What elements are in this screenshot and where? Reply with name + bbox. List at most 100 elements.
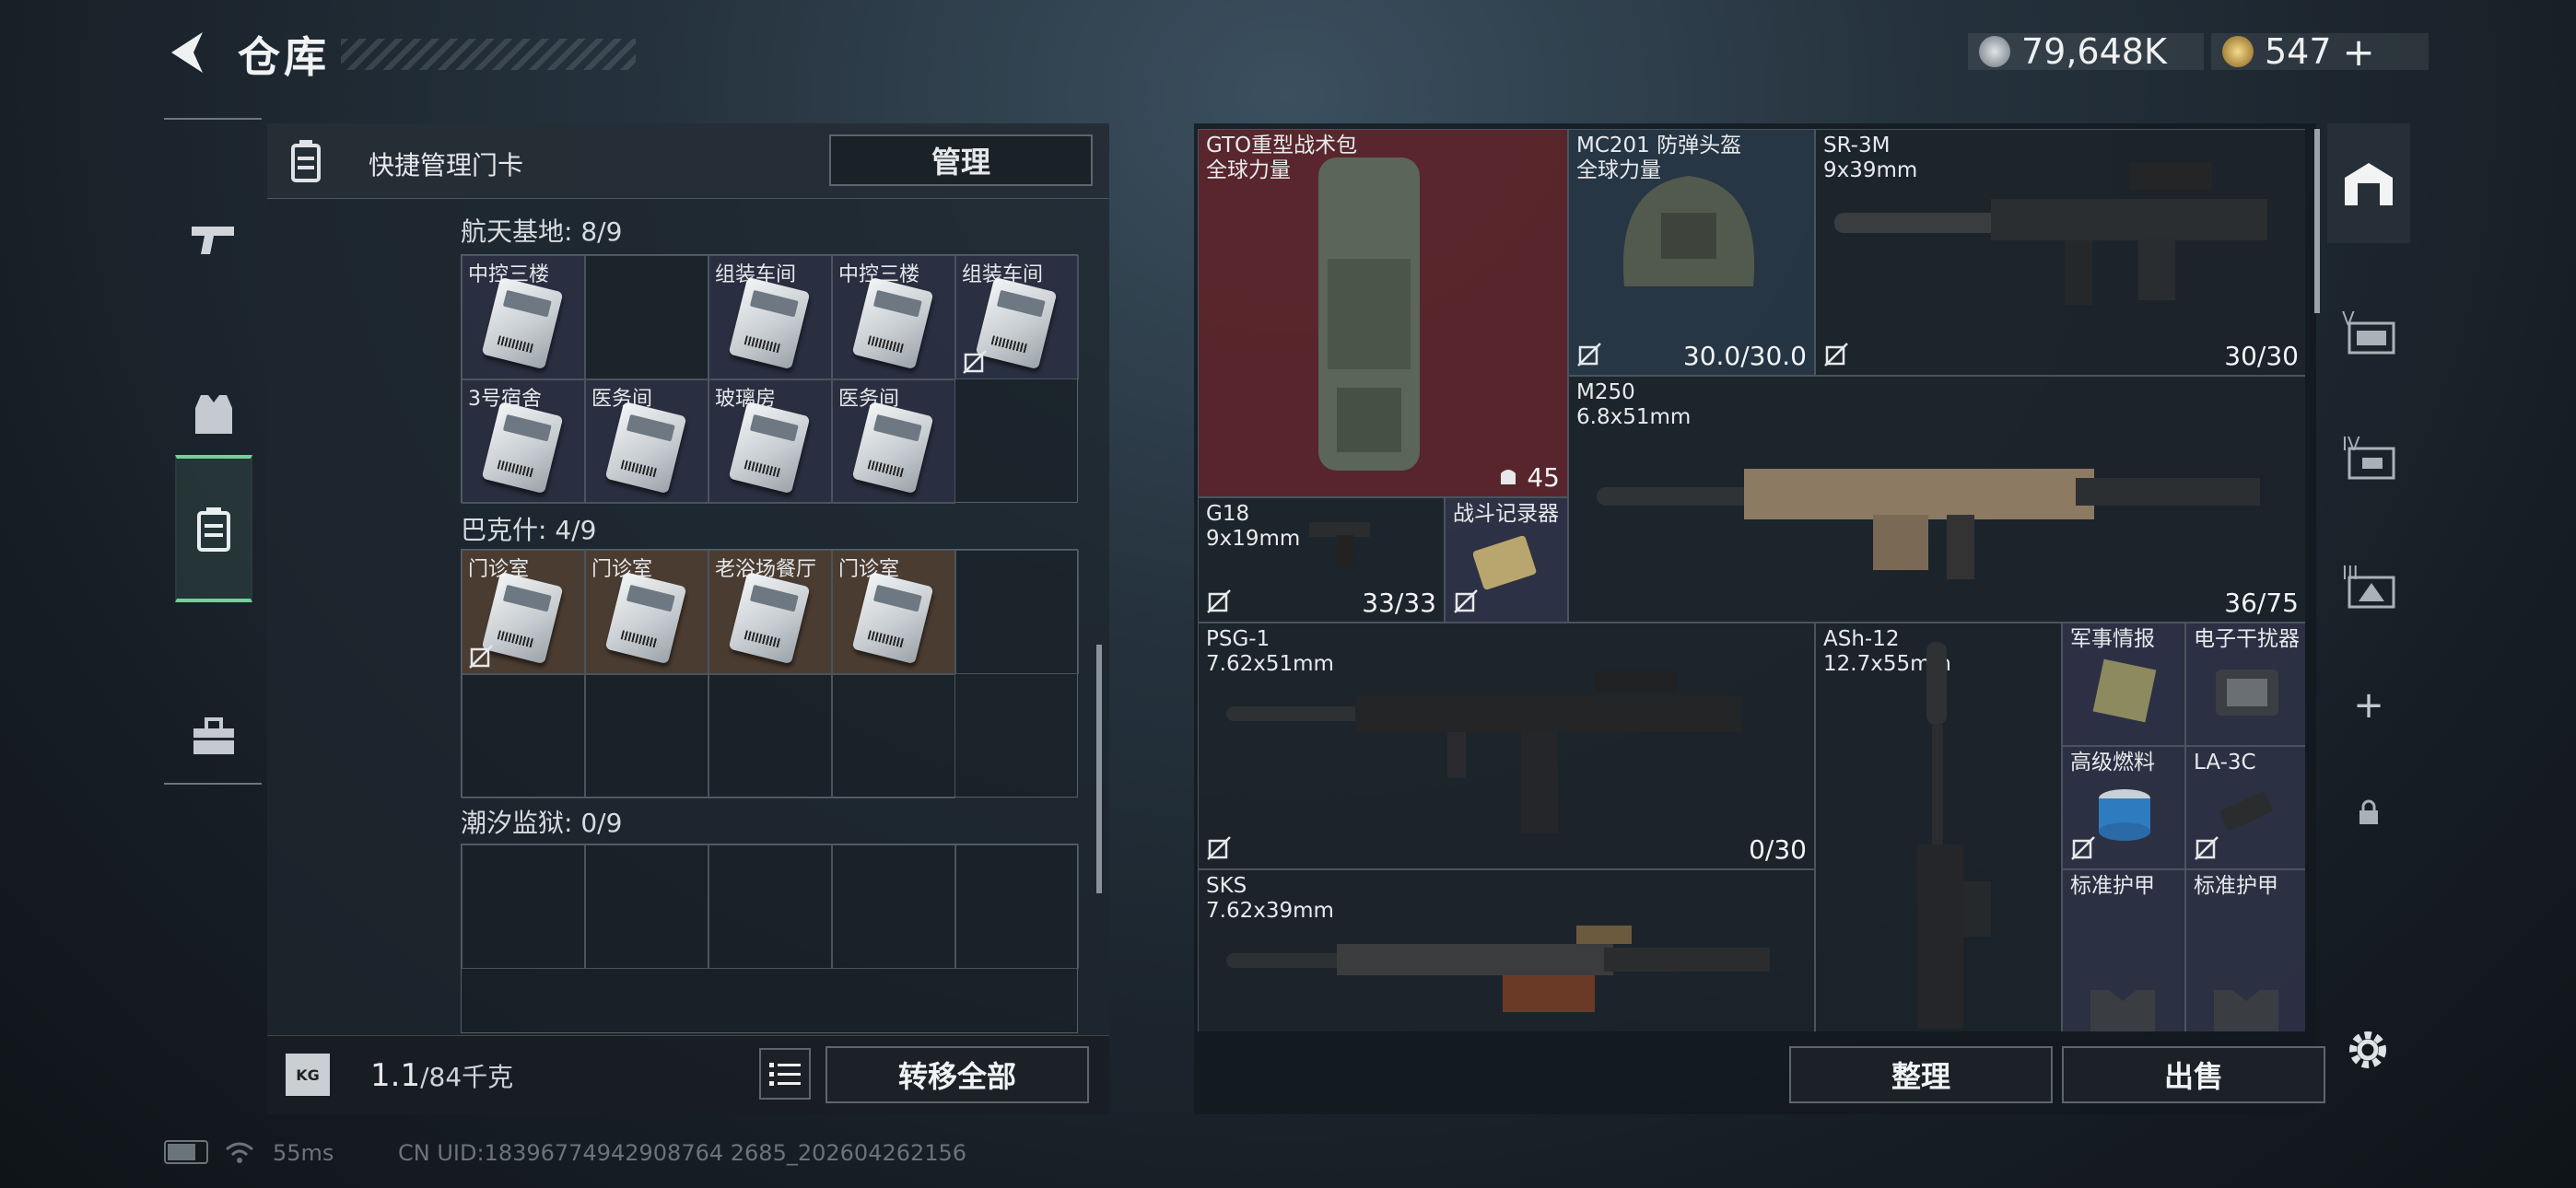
item-m250[interactable]: M250 6.8x51mm 36/75 [1568, 376, 2305, 623]
battery-icon [164, 1140, 208, 1164]
pistol-image [1309, 522, 1370, 566]
currency-2-box[interactable]: 547 + [2211, 29, 2429, 75]
add-storage-button[interactable]: + [2327, 667, 2410, 744]
no-transfer-icon [1577, 343, 1601, 367]
currency-1-box: 79,648K [1968, 31, 2204, 72]
item-name: G18 9x19mm [1206, 502, 1301, 551]
no-transfer-icon [2071, 836, 2095, 860]
intel-chip-image [2092, 658, 2157, 723]
item-combat-recorder[interactable]: 战斗记录器 [1445, 497, 1568, 623]
tab-storage-3[interactable]: III [2327, 525, 2410, 645]
transfer-all-button[interactable]: 转移全部 [825, 1046, 1089, 1103]
item-count: 45 [1498, 462, 1560, 493]
locked-storage-slot[interactable] [2327, 774, 2410, 851]
keycard-slot-empty[interactable] [462, 674, 585, 798]
keycard-slot[interactable]: 3号宿舍 [462, 379, 585, 504]
keycard-slot-empty[interactable] [832, 844, 955, 969]
keycard-slot-empty[interactable] [832, 674, 955, 798]
keycard-slot-empty[interactable] [708, 844, 832, 969]
keycard-image [851, 571, 934, 665]
keycard-scrollbar[interactable] [1096, 645, 1102, 893]
nav-weapons[interactable] [175, 166, 252, 313]
item-ash12[interactable]: ASh-12 12.7x55mm [1815, 623, 2062, 1031]
keycard-slot[interactable]: 门诊室 [832, 550, 955, 674]
wifi-icon [225, 1140, 254, 1170]
add-currency-button[interactable]: + [2343, 29, 2375, 75]
keycard-grid [461, 844, 1079, 1033]
settings-button[interactable] [2340, 1022, 2395, 1077]
rifle-image [1226, 926, 1770, 1012]
keycard-image [728, 401, 811, 495]
section-title: 潮汐监狱: 0/9 [461, 808, 623, 838]
item-name: 标准护甲 [2194, 874, 2278, 898]
item-psg1[interactable]: PSG-1 7.62x51mm 0/30 [1198, 623, 1815, 869]
toolbox-icon [193, 717, 234, 754]
keycard-holder-icon [197, 507, 230, 552]
item-count: 30.0/30.0 [1682, 341, 1807, 371]
keycard-slot-empty[interactable] [585, 255, 708, 379]
keycard-slot[interactable]: 门诊室 [462, 550, 585, 674]
no-transfer-icon [469, 645, 493, 669]
manage-button[interactable]: 管理 [829, 134, 1093, 186]
tab-storage-5[interactable]: V [2327, 271, 2410, 390]
nav-keycards[interactable] [175, 455, 252, 602]
item-helmet[interactable]: MC201 防弹头盔 全球力量 30.0/30.0 [1568, 129, 1815, 376]
keycard-slot-empty[interactable] [585, 844, 708, 969]
weight-kg-icon: KG [286, 1054, 330, 1096]
keycard-image [604, 571, 687, 665]
keycard-slot-empty[interactable] [708, 674, 832, 798]
keycard-slot[interactable]: 组装车间 [955, 255, 1079, 379]
sell-button[interactable]: 出售 [2062, 1046, 2325, 1103]
keycard-slot[interactable]: 门诊室 [585, 550, 708, 674]
keycard-slot[interactable]: 医务间 [585, 379, 708, 504]
lock-icon [2359, 799, 2378, 824]
armor-image [2090, 990, 2155, 1031]
keycard-grid: 门诊室 门诊室 老浴场餐厅 门诊室 [461, 549, 1079, 798]
tab-storage-4[interactable]: IV [2327, 396, 2410, 516]
keycard-slot[interactable]: 玻璃房 [708, 379, 832, 504]
list-view-button[interactable] [759, 1048, 811, 1100]
rifle-image [1834, 162, 2267, 305]
armor-image [2214, 990, 2278, 1031]
back-arrow-icon [171, 32, 203, 73]
pistol-icon [192, 227, 234, 254]
keycard-slot-empty[interactable] [955, 550, 1079, 674]
keycard-slot-empty[interactable] [462, 844, 585, 969]
item-name: 军事情报 [2070, 627, 2155, 651]
item-military-intel[interactable]: 军事情报 [2062, 623, 2185, 746]
keycard-slot-empty[interactable] [955, 844, 1079, 969]
back-button[interactable] [164, 28, 210, 77]
no-transfer-icon [1207, 836, 1231, 860]
keycard-slot[interactable]: 组装车间 [708, 255, 832, 379]
item-count: 36/75 [2224, 588, 2299, 618]
item-la3c[interactable]: LA-3C [2185, 746, 2305, 869]
tab-storage-home[interactable] [2327, 123, 2410, 243]
sort-button[interactable]: 整理 [1789, 1046, 2053, 1103]
keycard-slot-empty[interactable] [585, 674, 708, 798]
storage-box-iv-icon: IV [2342, 433, 2395, 480]
gold-coin-icon [2222, 36, 2254, 67]
keycard-slot[interactable]: 老浴场餐厅 [708, 550, 832, 674]
no-transfer-icon [2195, 836, 2219, 860]
item-name: 标准护甲 [2070, 874, 2155, 898]
keycard-holder-icon [286, 134, 326, 186]
item-jammer[interactable]: 电子干扰器 [2185, 623, 2305, 746]
item-advanced-fuel[interactable]: 高级燃料 [2062, 746, 2185, 869]
item-g18[interactable]: G18 9x19mm 33/33 [1198, 497, 1445, 623]
item-standard-armor[interactable]: 标准护甲 [2185, 869, 2305, 1031]
item-standard-armor[interactable]: 标准护甲 [2062, 869, 2185, 1031]
recorder-image [1473, 535, 1537, 590]
keycard-slot[interactable]: 医务间 [832, 379, 955, 504]
storage-box-iii-icon: III [2342, 562, 2395, 609]
currency-2-value: 547 [2265, 31, 2332, 72]
storage-scrollbar[interactable] [2314, 129, 2320, 313]
keycard-image [728, 276, 811, 370]
keycard-slot[interactable]: 中控三楼 [832, 255, 955, 379]
item-sr3m[interactable]: SR-3M 9x39mm 30/30 [1815, 129, 2305, 376]
page-title: 仓库 [238, 32, 330, 82]
item-sks[interactable]: SKS 7.62x39mm [1198, 869, 1815, 1031]
item-backpack[interactable]: GTO重型战术包 全球力量 45 [1198, 129, 1568, 497]
nav-supplies[interactable] [175, 663, 252, 810]
keycard-image [851, 401, 934, 495]
keycard-slot[interactable]: 中控三楼 [462, 255, 585, 379]
